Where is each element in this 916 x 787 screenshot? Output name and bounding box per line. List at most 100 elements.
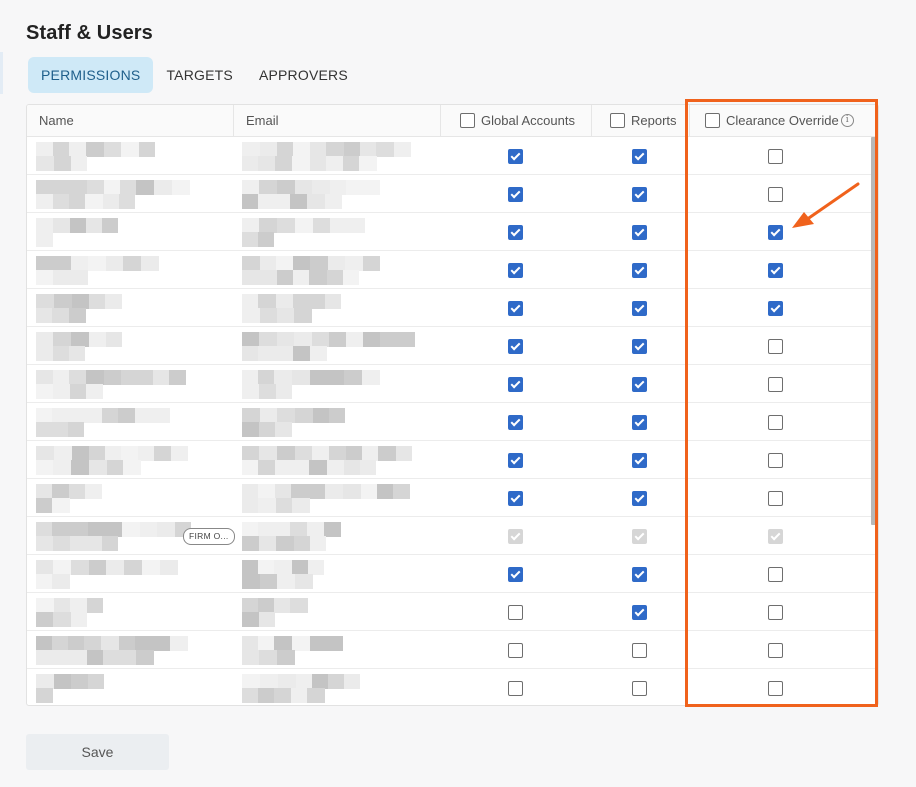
column-header-email-label: Email (246, 113, 279, 128)
obscured-text-block (106, 560, 124, 575)
obscured-text-block (363, 256, 380, 271)
obscured-text-block (393, 484, 410, 499)
global-accounts-checkbox[interactable] (508, 643, 523, 658)
obscured-text-block (380, 332, 398, 347)
reports-checkbox[interactable] (632, 377, 647, 392)
obscured-text-block (70, 598, 87, 613)
global-accounts-checkbox[interactable] (508, 339, 523, 354)
column-header-email[interactable]: Email (234, 105, 441, 136)
global-accounts-checkbox[interactable] (508, 453, 523, 468)
obscured-text-block (361, 484, 377, 499)
email-cell (234, 441, 441, 478)
reports-checkbox[interactable] (632, 567, 647, 582)
obscured-text-block (327, 460, 344, 475)
obscured-text-block (169, 370, 186, 385)
select-all-reports-checkbox[interactable] (610, 113, 625, 129)
obscured-text-block (258, 370, 274, 385)
obscured-text-block (86, 384, 103, 399)
obscured-text-block (53, 612, 71, 627)
obscured-text-block (312, 674, 328, 689)
reports-checkbox[interactable] (632, 605, 647, 620)
reports-checkbox[interactable] (632, 453, 647, 468)
obscured-text-block (118, 408, 135, 423)
global-accounts-checkbox[interactable] (508, 605, 523, 620)
name-cell (27, 555, 234, 592)
global-accounts-checkbox[interactable] (508, 301, 523, 316)
obscured-text-block (106, 256, 123, 271)
obscured-text-block (258, 498, 276, 513)
name-cell (27, 403, 234, 440)
name-cell (27, 213, 234, 250)
obscured-text-block (242, 156, 258, 171)
email-cell (234, 669, 441, 705)
obscured-text-block (310, 346, 327, 361)
obscured-text-block (53, 256, 71, 271)
tab-approvers[interactable]: APPROVERS (246, 57, 361, 93)
column-header-name[interactable]: Name (27, 105, 234, 136)
obscured-text-block (154, 180, 172, 195)
obscured-text-block (259, 332, 277, 347)
reports-checkbox[interactable] (632, 339, 647, 354)
global-accounts-checkbox[interactable] (508, 377, 523, 392)
obscured-text-block (36, 688, 53, 703)
obscured-text-block (36, 650, 52, 665)
column-header-name-label: Name (39, 113, 74, 128)
name-cell (27, 327, 234, 364)
obscured-text-block (290, 522, 307, 537)
obscured-text-block (258, 294, 276, 309)
obscured-text-block (328, 256, 345, 271)
obscured-text-block (296, 674, 312, 689)
reports-checkbox[interactable] (632, 187, 647, 202)
obscured-text-block (313, 408, 329, 423)
obscured-text-block (242, 636, 258, 651)
obscured-text-block (242, 612, 259, 627)
obscured-text-block (88, 674, 104, 689)
global-accounts-checkbox[interactable] (508, 225, 523, 240)
obscured-text-block (277, 408, 295, 423)
obscured-text-block (258, 598, 274, 613)
reports-checkbox[interactable] (632, 491, 647, 506)
global-accounts-checkbox[interactable] (508, 263, 523, 278)
reports-checkbox[interactable] (632, 643, 647, 658)
obscured-text-block (274, 194, 290, 209)
obscured-text-block (102, 218, 118, 233)
obscured-text-block (103, 194, 119, 209)
tab-permissions[interactable]: PERMISSIONS (28, 57, 154, 93)
global-accounts-checkbox[interactable] (508, 681, 523, 696)
obscured-text-block (260, 408, 277, 423)
global-accounts-checkbox[interactable] (508, 415, 523, 430)
obscured-text-block (258, 636, 274, 651)
name-cell (27, 137, 234, 174)
reports-checkbox[interactable] (632, 681, 647, 696)
tab-targets[interactable]: TARGETS (153, 57, 245, 93)
obscured-text-block (84, 636, 101, 651)
global-accounts-checkbox[interactable] (508, 567, 523, 582)
obscured-text-block (36, 612, 53, 627)
reports-checkbox[interactable] (632, 149, 647, 164)
obscured-text-block (242, 308, 260, 323)
reports-checkbox[interactable] (632, 225, 647, 240)
reports-checkbox[interactable] (632, 301, 647, 316)
obscured-text-block (310, 156, 326, 171)
save-button[interactable]: Save (26, 734, 169, 770)
name-cell (27, 631, 234, 668)
obscured-text-block (312, 180, 330, 195)
obscured-text-block (52, 308, 69, 323)
reports-checkbox[interactable] (632, 415, 647, 430)
global-accounts-checkbox[interactable] (508, 149, 523, 164)
select-all-global-accounts-checkbox[interactable] (460, 113, 475, 129)
obscured-text-block (36, 256, 53, 271)
obscured-text-block (242, 194, 258, 209)
global-accounts-checkbox[interactable] (508, 491, 523, 506)
obscured-text-block (36, 180, 52, 195)
obscured-text-block (70, 408, 86, 423)
obscured-text-block (394, 142, 411, 157)
obscured-text-block (275, 422, 292, 437)
obscured-text-block (121, 142, 139, 157)
obscured-text-block (121, 446, 138, 461)
obscured-text-block (360, 460, 376, 475)
global-accounts-checkbox[interactable] (508, 187, 523, 202)
reports-checkbox[interactable] (632, 263, 647, 278)
obscured-text-block (276, 256, 293, 271)
obscured-text-block (324, 522, 341, 537)
